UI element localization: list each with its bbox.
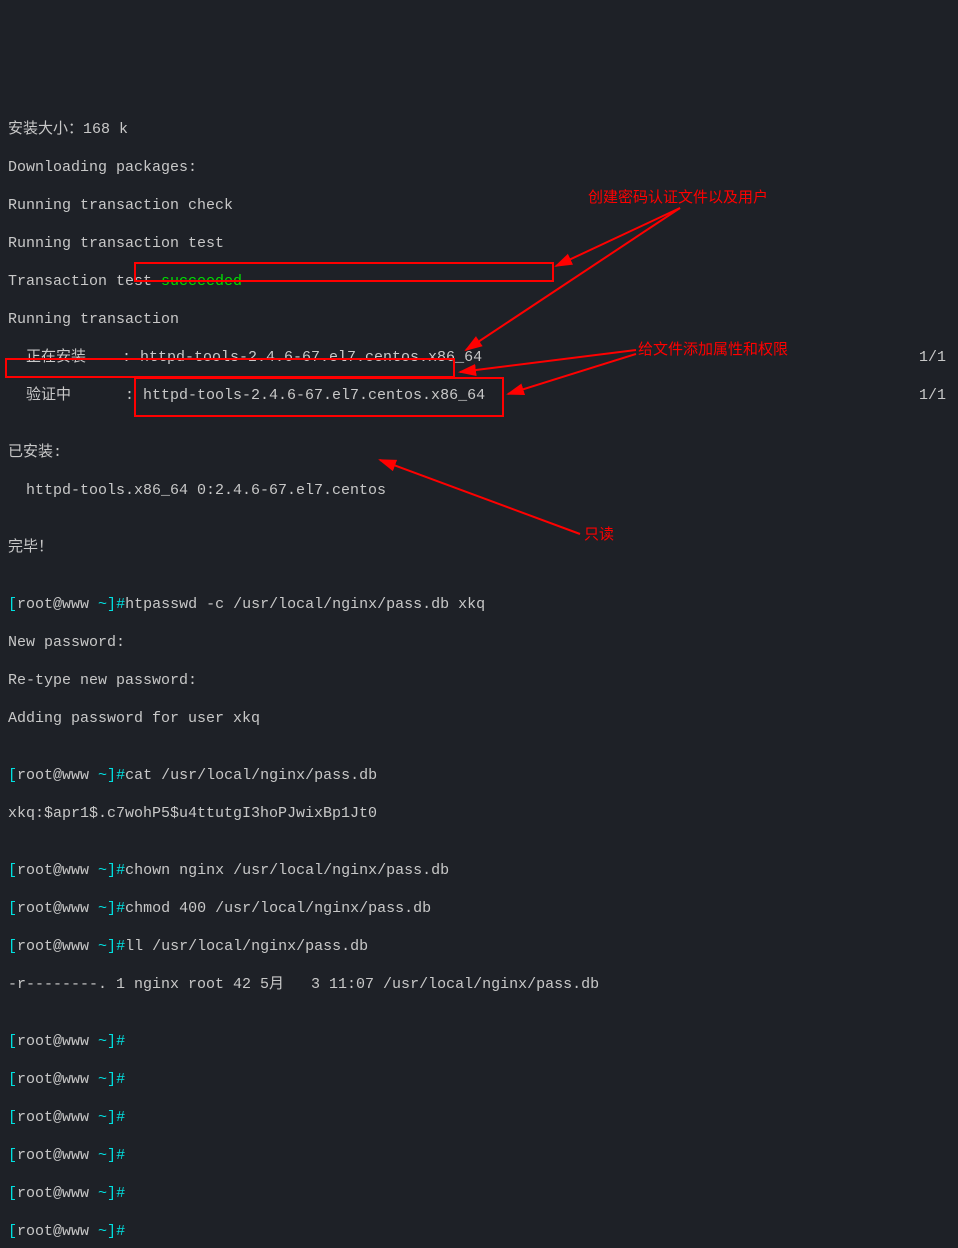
cmd-chmod[interactable]: [root@www ~]#chmod 400 /usr/local/nginx/… xyxy=(8,899,950,918)
cmd-chown[interactable]: [root@www ~]#chown nginx /usr/local/ngin… xyxy=(8,861,950,880)
line-verifying: 验证中 : httpd-tools-2.4.6-67.el7.centos.x8… xyxy=(8,386,950,405)
line-run-test: Running transaction test xyxy=(8,234,950,253)
cmd-text-2: cat /usr/local/nginx/pass.db xyxy=(125,767,377,784)
line-installed-pkg: httpd-tools.x86_64 0:2.4.6-67.el7.centos xyxy=(8,481,950,500)
line-newpass: New password: xyxy=(8,633,950,652)
cmd-text-5: ll /usr/local/nginx/pass.db xyxy=(125,938,368,955)
line-ll-output: -r--------. 1 nginx root 42 5月 3 11:07 /… xyxy=(8,975,950,994)
cmd-cat[interactable]: [root@www ~]#cat /usr/local/nginx/pass.d… xyxy=(8,766,950,785)
cmd-text-4: chmod 400 /usr/local/nginx/pass.db xyxy=(125,900,431,917)
progress-2: 1/1 xyxy=(919,386,946,405)
cmd-text-1: htpasswd -c /usr/local/nginx/pass.db xkq xyxy=(125,596,485,613)
cmd-ll[interactable]: [root@www ~]#ll /usr/local/nginx/pass.db xyxy=(8,937,950,956)
progress-1: 1/1 xyxy=(919,348,946,367)
annotation-readonly: 只读 xyxy=(584,525,614,544)
line-complete: 完毕！ xyxy=(8,538,950,557)
line-run-trans: Running transaction xyxy=(8,310,950,329)
line-retype: Re-type new password: xyxy=(8,671,950,690)
empty-prompt-6[interactable]: [root@www ~]# xyxy=(8,1222,950,1241)
line-installed-hdr: 已安装: xyxy=(8,443,950,462)
line-downloading: Downloading packages: xyxy=(8,158,950,177)
succeeded-word: succeeded xyxy=(161,273,242,290)
line-adding: Adding password for user xkq xyxy=(8,709,950,728)
empty-prompt-5[interactable]: [root@www ~]# xyxy=(8,1184,950,1203)
empty-prompt-3[interactable]: [root@www ~]# xyxy=(8,1108,950,1127)
line-run-check: Running transaction check xyxy=(8,196,950,215)
terminal-output: 安装大小：168 k Downloading packages: Running… xyxy=(8,101,950,1248)
empty-prompt-1[interactable]: [root@www ~]# xyxy=(8,1032,950,1051)
line-test-succeeded: Transaction test succeeded xyxy=(8,272,950,291)
line-install-size: 安装大小：168 k xyxy=(8,120,950,139)
cmd-text-3: chown nginx /usr/local/nginx/pass.db xyxy=(125,862,449,879)
line-hash-output: xkq:$apr1$.c7wohP5$u4ttutgI3hoPJwixBp1Jt… xyxy=(8,804,950,823)
cmd-htpasswd[interactable]: [root@www ~]#htpasswd -c /usr/local/ngin… xyxy=(8,595,950,614)
annotation-create-file-user: 创建密码认证文件以及用户 xyxy=(588,188,768,207)
annotation-set-attr-perm: 给文件添加属性和权限 xyxy=(638,340,788,359)
empty-prompt-4[interactable]: [root@www ~]# xyxy=(8,1146,950,1165)
empty-prompt-2[interactable]: [root@www ~]# xyxy=(8,1070,950,1089)
line-installing: 正在安装 : httpd-tools-2.4.6-67.el7.centos.x… xyxy=(8,348,950,367)
